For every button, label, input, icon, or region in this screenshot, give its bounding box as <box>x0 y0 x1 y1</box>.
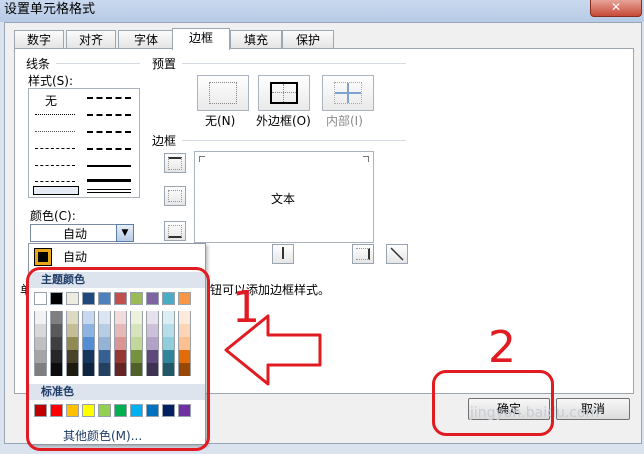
color-label: 颜色(C): <box>30 209 76 223</box>
border-preview[interactable]: 文本 <box>194 151 374 243</box>
presets-title: 预置 <box>152 57 177 71</box>
divider <box>182 63 406 64</box>
preview-text: 文本 <box>271 192 296 206</box>
preset-none-button[interactable] <box>197 75 249 111</box>
border-right-button[interactable] <box>352 244 374 264</box>
annotation-number-2: 2 <box>488 322 516 373</box>
preset-inside-button[interactable] <box>322 75 374 111</box>
line-style-dash-dot-dot[interactable] <box>35 148 75 149</box>
annotation-box-2 <box>432 370 554 436</box>
line-style-none[interactable]: 无 <box>45 92 57 109</box>
preset-outline-label: 外边框(O) <box>256 114 311 128</box>
border-middle-button[interactable] <box>164 186 186 206</box>
chevron-down-icon[interactable]: ▼ <box>116 224 134 242</box>
auto-color-swatch[interactable] <box>34 248 52 266</box>
line-style-medium-dash-dot-dot[interactable] <box>87 131 131 133</box>
auto-color-label[interactable]: 自动 <box>63 248 87 265</box>
border-outline-icon <box>270 82 298 104</box>
line-style-medium[interactable] <box>87 165 131 167</box>
preset-inside-label: 内部(I) <box>326 114 363 128</box>
preset-none-label: 无(N) <box>205 114 236 128</box>
border-inside-icon <box>334 82 362 104</box>
tab-alignment[interactable]: 对齐 <box>66 30 116 49</box>
line-style-thick[interactable] <box>87 179 131 182</box>
border-title: 边框 <box>152 134 177 148</box>
line-style-dotted[interactable] <box>35 131 75 132</box>
line-style-dashed[interactable] <box>35 165 75 166</box>
line-style-thin-selected[interactable] <box>33 186 79 195</box>
line-style-double[interactable] <box>87 189 131 193</box>
border-bottom-button[interactable] <box>164 221 186 241</box>
tab-border[interactable]: 边框 <box>172 28 230 50</box>
border-top-button[interactable] <box>164 153 186 173</box>
divider <box>56 63 140 64</box>
tab-font[interactable]: 字体 <box>118 30 174 49</box>
line-style-dotted-2[interactable] <box>35 181 75 182</box>
line-group-title: 线条 <box>26 57 51 71</box>
annotation-number-1: 1 <box>232 282 260 333</box>
style-label: 样式(S): <box>28 74 74 88</box>
border-none-icon <box>209 82 237 104</box>
line-style-hair[interactable] <box>35 114 75 115</box>
line-style-medium-dashed[interactable] <box>87 148 131 150</box>
border-diagonal-button[interactable] <box>386 244 408 264</box>
window-title: 设置单元格格式 <box>4 2 96 17</box>
tab-number[interactable]: 数字 <box>14 30 64 49</box>
line-style-list[interactable]: 无 <box>28 88 140 198</box>
border-vertical-button[interactable] <box>272 244 294 264</box>
title-bar <box>0 0 644 22</box>
preset-outline-button[interactable] <box>258 75 310 111</box>
tab-protection[interactable]: 保护 <box>282 30 334 49</box>
color-select-value: 自动 <box>63 227 88 241</box>
close-button[interactable]: ✕ <box>590 0 642 17</box>
tab-fill[interactable]: 填充 <box>230 30 282 49</box>
line-style-medium-dash-dot[interactable] <box>87 97 131 99</box>
divider <box>182 140 406 141</box>
line-style-slant-dash[interactable] <box>87 114 131 116</box>
annotation-box-1 <box>26 267 210 451</box>
